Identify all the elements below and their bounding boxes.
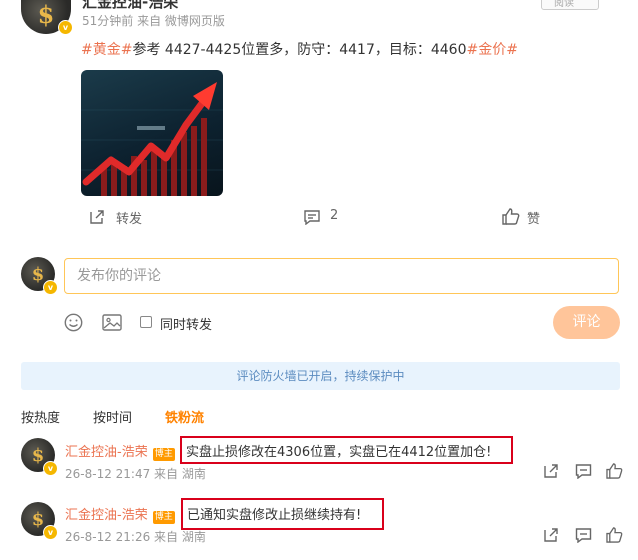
thumbs-up-icon	[606, 527, 623, 543]
read-button[interactable]: 阅读	[541, 0, 599, 10]
comment-header: 汇金控油-浩荣 博主	[65, 504, 175, 524]
comment-input-placeholder: 发布你的评论	[77, 268, 161, 284]
rising-arrow-graphic	[81, 82, 223, 196]
reply-icon	[575, 464, 592, 480]
image-icon	[102, 314, 122, 331]
comment-icon	[304, 210, 320, 225]
verified-badge-icon: v	[43, 280, 58, 295]
comment-author-name[interactable]: 汇金控油-浩荣	[65, 508, 148, 523]
emoji-icon	[64, 313, 83, 332]
share-icon	[544, 528, 558, 542]
comment-reply-button[interactable]	[575, 463, 592, 483]
verified-badge-icon: v	[43, 461, 58, 476]
comment-share-button[interactable]	[543, 527, 559, 547]
repost-together-label: 同时转发	[160, 318, 213, 333]
reply-icon	[575, 528, 592, 544]
comment-meta: 26-8-12 21:26 来自 湖南	[65, 530, 206, 544]
tab-iron-fans[interactable]: 铁粉流	[165, 407, 204, 426]
like-label: 赞	[527, 212, 541, 227]
verified-badge-icon: v	[58, 20, 73, 35]
share-icon	[544, 464, 558, 478]
firewall-notice: 评论防火墙已开启，持续保护中	[21, 362, 620, 390]
repost-together-checkbox[interactable]	[140, 316, 152, 328]
tab-by-hot[interactable]: 按热度	[21, 407, 60, 426]
post-content-text: 参考 4427-4425位置多，防守：4417，目标：4460	[132, 42, 467, 58]
repost-icon	[90, 210, 104, 224]
submit-comment-button[interactable]: 评论	[553, 306, 620, 339]
comment-author-name[interactable]: 汇金控油-浩荣	[65, 445, 148, 460]
thumbs-up-icon	[502, 208, 520, 225]
post-content: #黄金#参考 4427-4425位置多，防守：4417，目标：4460#金价#	[81, 39, 518, 59]
image-upload-button[interactable]	[102, 313, 122, 336]
hashtag-gold[interactable]: #黄金#	[81, 42, 132, 58]
hashtag-gold-price[interactable]: #金价#	[467, 42, 518, 58]
verified-badge-icon: v	[43, 525, 58, 540]
post-author-name[interactable]: 汇金控油-浩荣	[82, 0, 178, 12]
comment-meta: 26-8-12 21:47 来自 湖南	[65, 467, 206, 481]
post-image[interactable]	[81, 70, 223, 196]
comment-share-button[interactable]	[543, 463, 559, 483]
comment-count: 2	[330, 208, 339, 223]
post-meta: 51分钟前 来自 微博网页版	[82, 14, 225, 28]
comment-like-button[interactable]	[606, 527, 623, 547]
emoji-button[interactable]	[64, 313, 83, 336]
thumbs-up-icon	[606, 463, 623, 479]
author-role-badge: 博主	[152, 448, 175, 461]
comment-text: 已通知实盘修改止损继续持有!	[187, 508, 362, 523]
author-role-badge: 博主	[152, 511, 175, 524]
comment-like-button[interactable]	[606, 463, 623, 483]
comment-header: 汇金控油-浩荣 博主	[65, 441, 175, 461]
repost-label: 转发	[116, 212, 143, 227]
read-button-label: 阅读	[554, 0, 574, 9]
comment-text: 实盘止损修改在4306位置，实盘已在4412位置加仓!	[186, 445, 492, 460]
comment-reply-button[interactable]	[575, 527, 592, 547]
comment-input[interactable]: 发布你的评论	[64, 258, 619, 294]
tab-by-time[interactable]: 按时间	[93, 407, 132, 426]
